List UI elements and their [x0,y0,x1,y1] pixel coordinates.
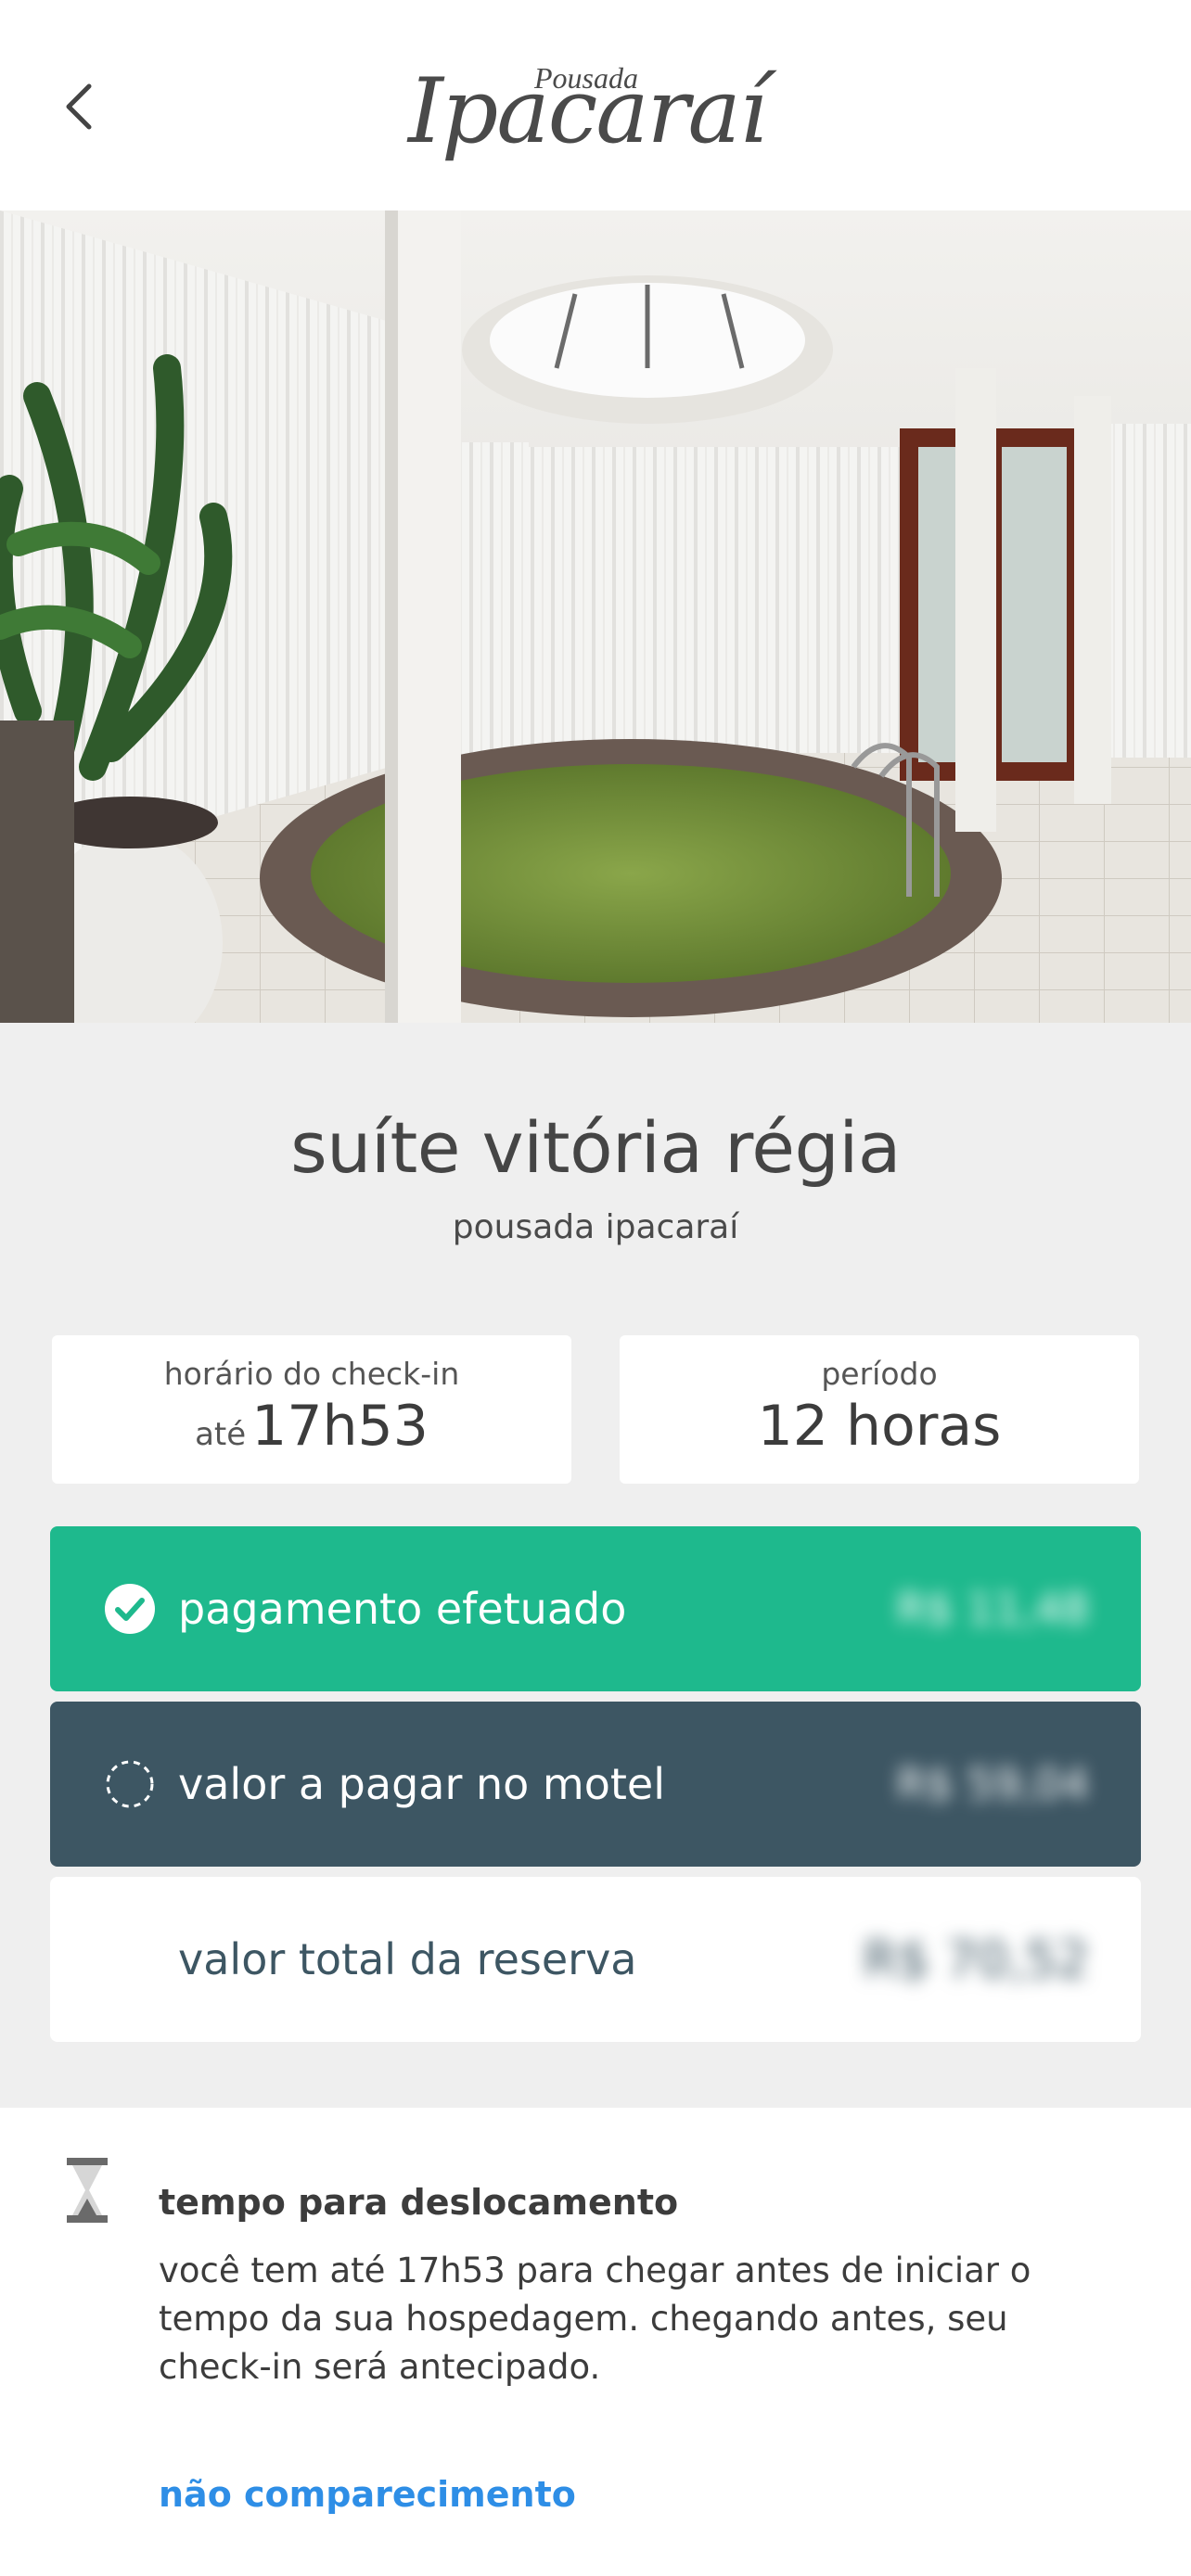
check-circle-icon [105,1584,155,1634]
checkin-prefix: até [195,1416,247,1453]
amount-due-label: valor a pagar no motel [178,1759,665,1809]
checkin-time: 17h53 [251,1394,429,1459]
hotel-name: pousada ipacaraí [452,1208,739,1246]
amount-due-value: R$ 59,04 [896,1759,1089,1809]
app-header: Pousada Ipacaraí [0,0,1191,210]
checkin-time-card: horário do check-in até 17h53 [52,1335,571,1484]
checkin-label: horário do check-in [163,1356,460,1392]
room-photo [0,210,1191,1023]
hourglass-icon [67,2158,108,2223]
total-label: valor total da reserva [178,1934,637,1984]
logo-script-text: Ipacaraí [408,59,767,163]
payment-made-amount: R$ 11,48 [896,1584,1089,1634]
brand-logo: Pousada Ipacaraí [408,37,788,176]
travel-description: você tem até 17h53 para chegar antes de … [159,2251,1031,2387]
payment-made-row: pagamento efetuado R$ 11,48 [50,1526,1141,1691]
reservation-summary: suíte vitória régia pousada ipacaraí hor… [0,1023,1191,2108]
no-show-link[interactable]: não comparecimento [159,2474,576,2515]
period-value: 12 horas [757,1394,1002,1459]
period-label: período [821,1356,938,1392]
period-card: período 12 horas [620,1335,1139,1484]
amount-due-row: valor a pagar no motel R$ 59,04 [50,1702,1141,1867]
travel-title: tempo para deslocamento [159,2182,679,2223]
payment-made-label: pagamento efetuado [178,1584,627,1634]
total-row: valor total da reserva R$ 70,52 [50,1877,1141,2042]
travel-info-section: tempo para deslocamento você tem até 17h… [0,2108,1191,2576]
checkin-value: até 17h53 [52,1394,571,1459]
total-amount: R$ 70,52 [863,1930,1089,1989]
chevron-left-icon [66,83,92,130]
room-title: suíte vitória régia [290,1106,901,1189]
dashed-circle-icon [106,1760,154,1808]
back-button[interactable] [51,74,107,139]
room-photo-illustration [0,210,1191,1023]
